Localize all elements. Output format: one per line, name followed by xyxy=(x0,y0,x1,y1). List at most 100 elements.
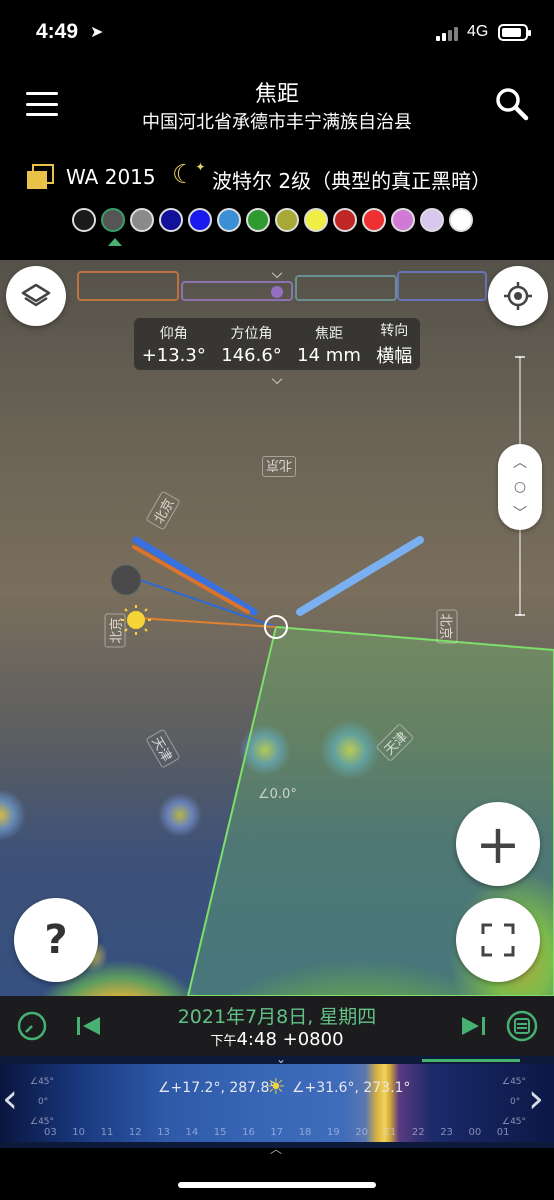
timeline-hour-label: 12 xyxy=(128,1127,142,1138)
angle-label: ∠0.0° xyxy=(258,787,297,802)
timeline-hour-label: 19 xyxy=(327,1127,340,1138)
color-dot[interactable] xyxy=(304,208,328,232)
timeline-right-value: ∠+31.6°, 273.1° xyxy=(292,1080,411,1096)
timeline-hour-label: 18 xyxy=(298,1127,312,1138)
info-col-orientation: 转向 横幅 xyxy=(376,323,413,367)
color-dot[interactable] xyxy=(275,208,299,232)
layers-button[interactable] xyxy=(6,266,66,326)
lens-frame-icon[interactable] xyxy=(26,164,54,190)
place-label: 北京 xyxy=(262,456,297,477)
timeline-side-value: ∠45° xyxy=(502,1077,527,1087)
slider-tick xyxy=(515,614,525,616)
battery-icon xyxy=(498,24,531,41)
timeline-hour-label: 17 xyxy=(270,1127,284,1138)
color-dot[interactable] xyxy=(72,208,96,232)
color-dot-row xyxy=(72,208,473,232)
location-arrow-icon: ➤ xyxy=(90,22,104,41)
timeline-hour-label: 11 xyxy=(100,1127,114,1138)
home-indicator xyxy=(178,1182,376,1188)
timeline-hour-label: 10 xyxy=(72,1127,86,1138)
timeline-hour-label: 01 xyxy=(496,1127,510,1138)
bortle-label[interactable]: 波特尔 2级（典型的真正黑暗） xyxy=(212,165,491,194)
status-bar: 4:49 ➤ 4G xyxy=(0,0,554,66)
signal-icon xyxy=(436,27,458,41)
circle-icon: ○ xyxy=(513,479,527,495)
place-label: 北京 xyxy=(104,613,126,648)
color-dot[interactable] xyxy=(246,208,270,232)
timeline-sun-icon: ☀ xyxy=(266,1075,286,1100)
info-box[interactable]: 仰角 +13.3° 方位角 146.6° 焦距 14 mm 转向 横幅 xyxy=(134,318,420,370)
color-dot[interactable] xyxy=(362,208,386,232)
expand-chevron-icon[interactable]: ⌵ xyxy=(266,372,288,388)
map-overlay xyxy=(77,271,554,996)
timeline-hour-label: 21 xyxy=(383,1127,397,1138)
info-col-focal: 焦距 14 mm xyxy=(297,325,361,366)
time-value: 4:48 +0800 xyxy=(236,1029,344,1050)
locate-icon xyxy=(504,282,532,310)
timeline-hour-label: 15 xyxy=(213,1127,227,1138)
page-title: 焦距 xyxy=(254,82,299,107)
timeline-hour-label: 23 xyxy=(440,1127,453,1138)
timeline-hour-labels: 03 10 11 12 13 14 15 16 17 18 19 20 21 22 23 00 01 xyxy=(0,1127,554,1141)
timeline-left-value: ∠+17.2°, 287.8° xyxy=(158,1080,277,1096)
color-dot[interactable] xyxy=(188,208,212,232)
skip-forward-icon[interactable] xyxy=(456,1010,488,1042)
timeline-side-value: 0° xyxy=(510,1097,521,1107)
timeline-hour-label: 20 xyxy=(355,1127,369,1138)
view-line xyxy=(296,536,424,616)
timeline-hour-label: 00 xyxy=(468,1127,482,1138)
calendar-icon[interactable] xyxy=(506,1010,538,1042)
layers-icon xyxy=(21,283,51,307)
locate-button[interactable] xyxy=(488,266,548,326)
color-dot[interactable] xyxy=(449,208,473,232)
moonrise-line xyxy=(132,536,258,616)
timeline-next-icon[interactable]: › xyxy=(528,1076,544,1122)
timeline-side-value: 0° xyxy=(38,1097,49,1107)
chevron-up-icon: ︿ xyxy=(513,454,527,471)
timeline-hour-label: 14 xyxy=(185,1127,199,1138)
timeline-side-value: ∠45° xyxy=(30,1077,55,1087)
color-dot[interactable] xyxy=(333,208,357,232)
timeline-hour-label: 22 xyxy=(411,1127,425,1138)
status-time: 4:49 xyxy=(36,20,79,43)
color-dot[interactable] xyxy=(217,208,241,232)
info-col-azimuth: 方位角 146.6° xyxy=(221,325,282,366)
selected-dot-indicator xyxy=(108,238,122,246)
timeline-prev-icon[interactable]: ‹ xyxy=(2,1076,18,1122)
collapse-chevron-icon[interactable]: ⌵ xyxy=(266,266,288,282)
sunrise-line xyxy=(132,545,250,614)
lens-label[interactable]: WA 2015 xyxy=(66,165,156,189)
app-header: 焦距 中国河北省承德市丰宁满族自治县 xyxy=(0,66,554,156)
network-label: 4G xyxy=(467,23,489,40)
zoom-slider-thumb[interactable]: ︿ ○ ﹀ xyxy=(498,444,542,530)
place-label: 北京 xyxy=(436,609,458,644)
moon-icon xyxy=(110,564,142,596)
timeline-expand-icon[interactable]: ︿ xyxy=(270,1140,282,1157)
help-button[interactable]: ? xyxy=(14,898,98,982)
timeline-selection xyxy=(422,1059,520,1062)
date-bar: 2021年7月8日, 星期四 下午4:48 +0800 xyxy=(0,996,554,1056)
timeline-hour-label: 16 xyxy=(242,1127,255,1138)
timeline-side-value: ∠45° xyxy=(30,1117,55,1127)
timeline-side-value: ∠45° xyxy=(502,1117,527,1127)
color-dot[interactable] xyxy=(420,208,444,232)
location-subtitle[interactable]: 中国河北省承德市丰宁满族自治县 xyxy=(0,108,554,134)
zoom-in-button[interactable]: + xyxy=(456,802,540,886)
timeline-cursor-icon: ⌄ xyxy=(276,1052,287,1066)
color-dot[interactable] xyxy=(159,208,183,232)
lens-row: WA 2015 ☾✦ 波特尔 2级（典型的真正黑暗） xyxy=(0,158,554,198)
pm-label: 下午 xyxy=(210,1034,237,1049)
map-view[interactable]: 北京 北京 北京 天津 天津 北京 ∠0.0° ⌵ 仰角 +13.3° 方位角 … xyxy=(0,260,554,996)
color-dot[interactable] xyxy=(391,208,415,232)
color-dot[interactable] xyxy=(101,208,125,232)
chevron-down-icon: ﹀ xyxy=(513,505,527,522)
timeline-hour-label: 13 xyxy=(157,1127,170,1138)
fullscreen-icon xyxy=(481,923,515,957)
search-icon[interactable] xyxy=(494,86,530,122)
slider-tick xyxy=(515,356,525,358)
info-col-elevation: 仰角 +13.3° xyxy=(141,325,206,366)
color-dot[interactable] xyxy=(130,208,154,232)
timeline-hour-label: 03 xyxy=(44,1127,57,1138)
fullscreen-button[interactable] xyxy=(456,898,540,982)
moon-stars-icon: ☾✦ xyxy=(172,160,206,190)
